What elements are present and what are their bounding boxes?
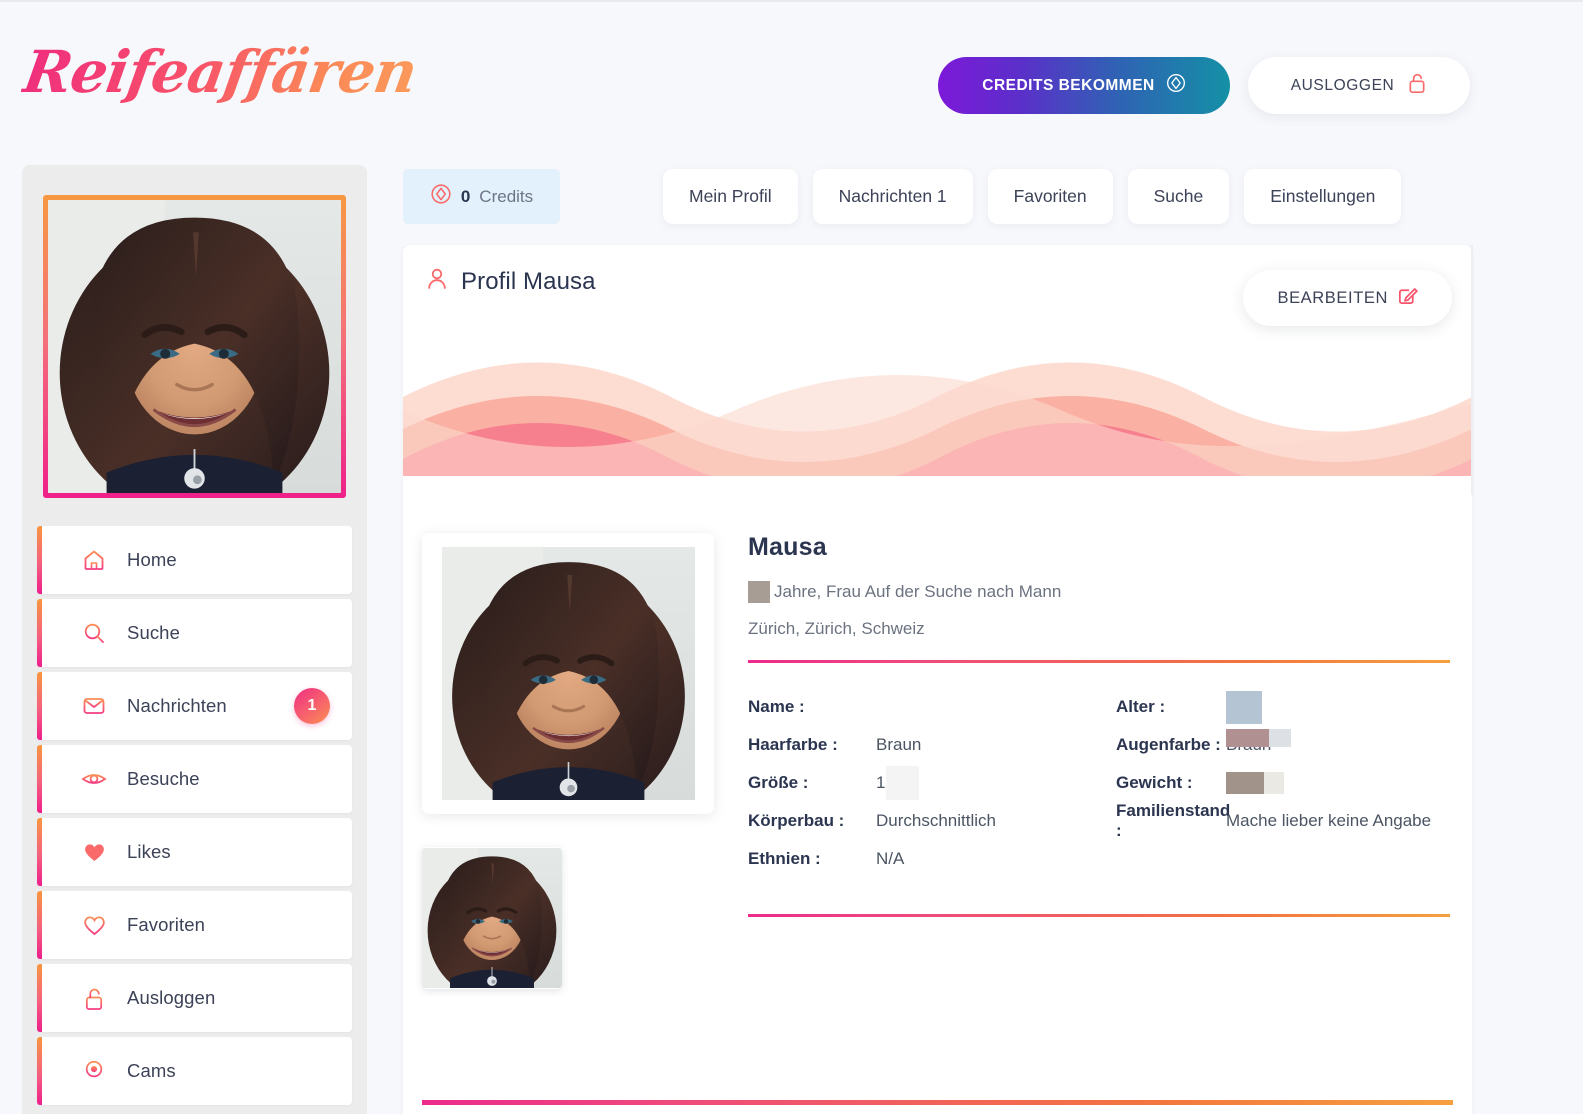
sidebar-item-label: Home: [127, 549, 177, 570]
edit-profile-button[interactable]: BEARBEITEN: [1243, 270, 1452, 326]
profile-summary: Jahre, Frau Auf der Suche nach Mann: [748, 581, 1450, 603]
mail-icon: [81, 693, 107, 719]
profile-name: Mausa: [748, 533, 827, 561]
profile-location: Zürich, Zürich, Schweiz: [748, 619, 925, 638]
detail-value-groesse-text: 1: [876, 773, 886, 792]
logout-label: AUSLOGGEN: [1290, 76, 1395, 94]
diamond-icon: [1166, 73, 1186, 98]
pencil-icon: [1397, 285, 1418, 311]
home-icon: [81, 547, 107, 573]
detail-value-gewicht: [1226, 764, 1450, 802]
diamond-icon: [430, 183, 452, 210]
profile-card-header: Profil Mausa BEARBEITEN: [403, 245, 1472, 341]
detail-value-ethnien: N/A: [876, 849, 905, 868]
detail-label-alter: Alter :: [1116, 697, 1166, 716]
page-title: Profil Mausa: [426, 267, 596, 296]
scrollbar-track[interactable]: [1471, 245, 1473, 495]
brand-logo[interactable]: Reifeaffären: [19, 38, 421, 106]
detail-label-familienstand: Familienstand :: [1116, 801, 1231, 840]
sidebar-item-label: Suche: [127, 622, 180, 643]
detail-label-koerperbau: Körperbau :: [748, 811, 845, 830]
unlock-icon: [81, 985, 107, 1011]
divider-top: [748, 660, 1450, 663]
search-icon: [81, 620, 107, 646]
detail-value-alter: [1226, 688, 1450, 726]
avatar-photo: [48, 200, 341, 493]
divider-bottom-inner: [748, 914, 1450, 917]
sidebar-nav: Home Suche Nachrichten 1 Besuche Likes F…: [22, 526, 367, 1105]
sidebar: Home Suche Nachrichten 1 Besuche Likes F…: [22, 165, 367, 1114]
sidebar-item-likes[interactable]: Likes: [37, 818, 352, 886]
main-photo-card[interactable]: [422, 533, 714, 814]
credits-badge[interactable]: 0 Credits: [403, 169, 560, 224]
detail-label-haarfarbe: Haarfarbe :: [748, 735, 838, 754]
credits-label: Credits: [479, 186, 534, 206]
tab-bar: Mein Profil Nachrichten 1 Favoriten Such…: [663, 169, 1402, 224]
profile-body: Mausa Jahre, Frau Auf der Suche nach Man…: [403, 476, 1472, 989]
augenfarbe-redaction: [1226, 729, 1269, 747]
detail-value-haarfarbe: Braun: [876, 735, 922, 754]
edit-button-label: BEARBEITEN: [1277, 288, 1388, 307]
unlock-icon: [1407, 72, 1427, 99]
sidebar-item-besuche[interactable]: Besuche: [37, 745, 352, 813]
logout-button[interactable]: AUSLOGGEN: [1248, 57, 1470, 114]
sidebar-item-label: Likes: [127, 841, 171, 862]
tab-suche[interactable]: Suche: [1127, 169, 1230, 224]
profile-summary-text: Jahre, Frau Auf der Suche nach Mann: [774, 582, 1062, 601]
detail-label-groesse: Größe :: [748, 773, 809, 792]
avatar[interactable]: [43, 195, 346, 498]
tab-mein-profil[interactable]: Mein Profil: [663, 169, 798, 224]
get-credits-label: CREDITS BEKOMMEN: [982, 76, 1155, 94]
detail-value-koerperbau: Durchschnittlich: [876, 811, 996, 830]
sidebar-item-label: Besuche: [127, 768, 200, 789]
sidebar-item-suche[interactable]: Suche: [37, 599, 352, 667]
detail-value-name: [876, 688, 1094, 726]
sidebar-item-home[interactable]: Home: [37, 526, 352, 594]
augenfarbe-redaction-2: [1269, 729, 1291, 747]
webcam-icon: [81, 1058, 107, 1084]
site-header: Reifeaffären CREDITS BEKOMMEN AUSLOGGEN: [0, 2, 1583, 160]
sidebar-item-cams[interactable]: Cams: [37, 1037, 352, 1105]
unread-badge: 1: [294, 688, 330, 724]
detail-value-familienstand: Mache lieber keine Angabe: [1226, 811, 1432, 830]
credits-count: 0: [460, 186, 471, 206]
tab-nachrichten[interactable]: Nachrichten 1: [812, 169, 973, 224]
gewicht-redaction-2: [1264, 772, 1284, 794]
tab-einstellungen[interactable]: Einstellungen: [1244, 169, 1402, 224]
detail-label-gewicht: Gewicht :: [1116, 773, 1193, 792]
profile-card: Profil Mausa BEARBEITEN Mausa Jahre, Fra…: [403, 245, 1472, 1114]
gewicht-redaction: [1226, 772, 1264, 794]
detail-label-ethnien: Ethnien :: [748, 849, 821, 868]
detail-value-augenfarbe: Braun: [1226, 726, 1450, 764]
detail-label-augenfarbe: Augenfarbe :: [1116, 735, 1221, 754]
person-icon: [426, 267, 448, 296]
profile-details: Name : Alter : Haarfarbe : Braun Augenfa…: [748, 688, 1450, 878]
age-redaction: [748, 581, 770, 603]
photo-thumbnail[interactable]: [422, 847, 562, 989]
heart-filled-icon: [81, 839, 107, 865]
sidebar-item-label: Nachrichten: [127, 695, 227, 716]
detail-value-groesse: 1: [876, 764, 1094, 802]
page-title-text: Profil Mausa: [461, 267, 596, 295]
sidebar-item-label: Cams: [127, 1060, 176, 1081]
sidebar-item-favoriten[interactable]: Favoriten: [37, 891, 352, 959]
get-credits-button[interactable]: CREDITS BEKOMMEN: [938, 57, 1230, 114]
eye-icon: [81, 766, 107, 792]
divider-page-bottom: [422, 1100, 1453, 1105]
photo-gallery: [422, 533, 732, 989]
profile-info: Mausa Jahre, Frau Auf der Suche nach Man…: [732, 533, 1472, 989]
sidebar-item-ausloggen[interactable]: Ausloggen: [37, 964, 352, 1032]
groesse-redaction: [886, 766, 920, 800]
main-photo: [442, 547, 695, 800]
heart-outline-icon: [81, 912, 107, 938]
tab-favoriten[interactable]: Favoriten: [987, 169, 1113, 224]
alter-redaction: [1226, 690, 1262, 724]
detail-label-name: Name :: [748, 697, 805, 716]
sidebar-item-label: Ausloggen: [127, 987, 216, 1008]
sidebar-item-label: Favoriten: [127, 914, 206, 935]
sidebar-item-nachrichten[interactable]: Nachrichten 1: [37, 672, 352, 740]
wave-banner: [403, 362, 1472, 476]
